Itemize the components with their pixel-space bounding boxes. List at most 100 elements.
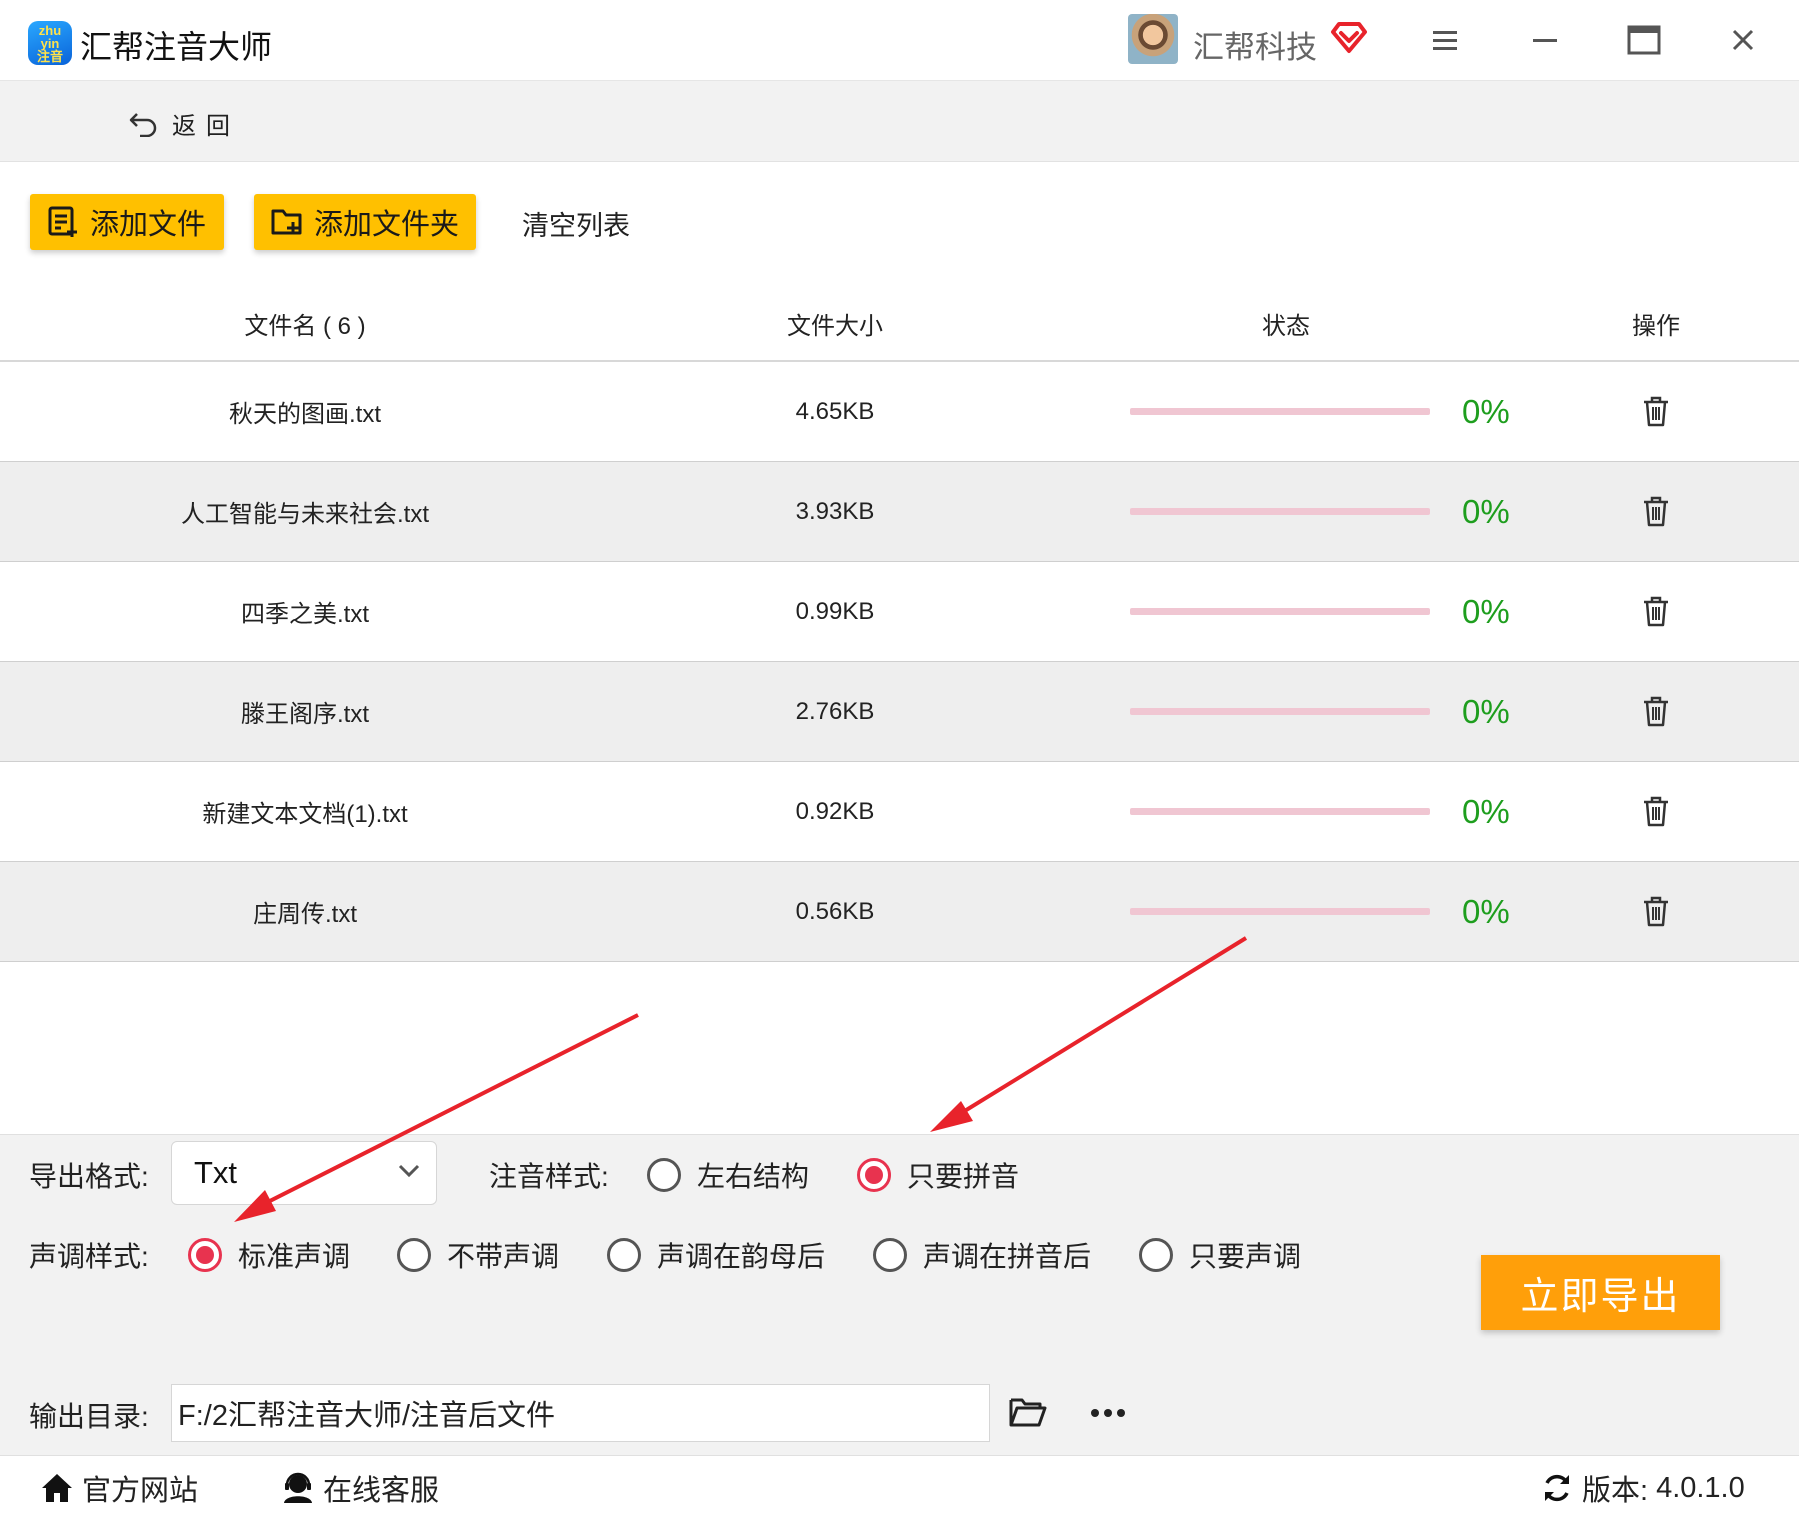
company-name: 汇帮科技 <box>1193 30 1317 65</box>
radio-label: 声调在韵母后 <box>657 1241 826 1272</box>
version-label: 版本: <box>1582 1475 1649 1507</box>
progress-percent: 0% <box>1462 492 1510 530</box>
file-size: 3.93KB <box>795 497 875 525</box>
radio-label: 标准声调 <box>238 1241 351 1272</box>
progress-percent: 0% <box>1462 892 1510 930</box>
radio-option[interactable]: 声调在拼音后 <box>873 1235 1091 1275</box>
output-dir-label: 输出目录: <box>29 1401 149 1432</box>
support-agent-icon <box>281 1472 315 1504</box>
add-folder-label: 添加文件夹 <box>314 209 460 241</box>
minimize-icon[interactable] <box>1525 20 1565 60</box>
progress-percent: 0% <box>1462 792 1510 830</box>
radio-label: 声调在拼音后 <box>923 1241 1092 1272</box>
radio-option[interactable]: 标准声调 <box>188 1235 350 1275</box>
app-logo: zhu yin 注音 <box>28 21 72 65</box>
radio-unchecked-icon[interactable] <box>1139 1238 1173 1272</box>
menu-icon[interactable] <box>1425 20 1465 60</box>
radio-option[interactable]: 左右结构 <box>647 1155 809 1195</box>
radio-option[interactable]: 只要声调 <box>1139 1235 1301 1275</box>
file-size: 0.56KB <box>795 897 875 925</box>
column-header-status: 状态 <box>1262 313 1310 340</box>
radio-option[interactable]: 不带声调 <box>397 1235 559 1275</box>
file-size: 0.92KB <box>795 797 875 825</box>
export-button[interactable]: 立即导出 <box>1481 1255 1720 1330</box>
progress-bar <box>1130 508 1430 515</box>
radio-label: 左右结构 <box>697 1161 810 1192</box>
add-file-button[interactable]: 添加文件 <box>30 194 224 250</box>
annotation-style-label: 注音样式: <box>489 1161 609 1192</box>
back-bar <box>0 81 1799 162</box>
table-row[interactable]: 人工智能与未来社会.txt 3.93KB 0% <box>0 462 1799 562</box>
table-row[interactable]: 四季之美.txt 0.99KB 0% <box>0 562 1799 662</box>
close-icon[interactable] <box>1723 20 1763 60</box>
chevron-down-icon <box>398 1164 420 1178</box>
file-name: 庄周传.txt <box>252 901 357 928</box>
progress-bar <box>1130 808 1430 815</box>
back-arrow-icon <box>128 111 158 137</box>
format-label: 导出格式: <box>29 1161 149 1192</box>
radio-label: 不带声调 <box>447 1241 560 1272</box>
delete-icon[interactable] <box>1642 895 1670 927</box>
online-support-label: 在线客服 <box>323 1475 440 1507</box>
official-website-label: 官方网站 <box>82 1475 199 1507</box>
back-button[interactable]: 返回 <box>128 106 240 141</box>
radio-unchecked-icon[interactable] <box>873 1238 907 1272</box>
progress-percent: 0% <box>1462 592 1510 630</box>
radio-option[interactable]: 声调在韵母后 <box>607 1235 825 1275</box>
radio-unchecked-icon[interactable] <box>397 1238 431 1272</box>
add-folder-button[interactable]: 添加文件夹 <box>254 194 476 250</box>
table-row[interactable]: 秋天的图画.txt 4.65KB 0% <box>0 362 1799 462</box>
clear-list-button[interactable]: 清空列表 <box>522 204 630 243</box>
radio-unchecked-icon[interactable] <box>647 1158 681 1192</box>
maximize-icon[interactable] <box>1624 20 1664 60</box>
format-select[interactable]: Txt <box>171 1141 437 1205</box>
table-row[interactable]: 新建文本文档(1).txt 0.92KB 0% <box>0 762 1799 862</box>
table-row[interactable]: 滕王阁序.txt 2.76KB 0% <box>0 662 1799 762</box>
table-row[interactable]: 庄周传.txt 0.56KB 0% <box>0 862 1799 962</box>
online-support-link[interactable]: 在线客服 <box>281 1467 439 1509</box>
footer-bar <box>0 1455 1799 1520</box>
progress-bar <box>1130 408 1430 415</box>
file-name: 人工智能与未来社会.txt <box>180 501 429 528</box>
refresh-icon <box>1540 1471 1574 1505</box>
file-size: 2.76KB <box>795 697 875 725</box>
folder-open-icon[interactable] <box>1008 1394 1048 1430</box>
progress-bar <box>1130 908 1430 915</box>
radio-unchecked-icon[interactable] <box>607 1238 641 1272</box>
radio-checked-icon[interactable] <box>857 1158 891 1192</box>
avatar[interactable] <box>1128 14 1178 64</box>
official-website-link[interactable]: 官方网站 <box>40 1467 198 1509</box>
file-name: 新建文本文档(1).txt <box>202 801 408 828</box>
add-file-label: 添加文件 <box>90 209 207 241</box>
app-logo-text: zhu yin 注音 <box>36 22 63 64</box>
delete-icon[interactable] <box>1642 495 1670 527</box>
version-info[interactable]: 版本: 4.0.1.0 <box>1540 1467 1745 1509</box>
delete-icon[interactable] <box>1642 795 1670 827</box>
home-icon <box>40 1472 74 1504</box>
add-folder-icon <box>270 205 304 239</box>
column-header-action: 操作 <box>1632 313 1680 340</box>
delete-icon[interactable] <box>1642 395 1670 427</box>
delete-icon[interactable] <box>1642 595 1670 627</box>
annotation-arrow-pinyin <box>930 936 1248 1132</box>
progress-percent: 0% <box>1462 392 1510 430</box>
progress-bar <box>1130 608 1430 615</box>
progress-percent: 0% <box>1462 692 1510 730</box>
vip-diamond-icon[interactable] <box>1330 20 1368 54</box>
output-path-input[interactable]: F:/2汇帮注音大师/注音后文件 <box>171 1384 990 1442</box>
column-header-size: 文件大小 <box>787 313 883 340</box>
version-value: 4.0.1.0 <box>1656 1471 1745 1504</box>
add-file-icon <box>46 205 80 239</box>
delete-icon[interactable] <box>1642 695 1670 727</box>
back-label: 返回 <box>172 113 240 140</box>
file-size: 4.65KB <box>795 397 875 425</box>
radio-checked-icon[interactable] <box>188 1238 222 1272</box>
radio-option[interactable]: 只要拼音 <box>857 1155 1019 1195</box>
file-name: 滕王阁序.txt <box>240 701 369 728</box>
file-size: 0.99KB <box>795 597 875 625</box>
file-name: 四季之美.txt <box>240 601 369 628</box>
file-name: 秋天的图画.txt <box>228 401 381 428</box>
progress-bar <box>1130 708 1430 715</box>
more-options-icon[interactable] <box>1090 1408 1126 1418</box>
radio-label: 只要声调 <box>1189 1241 1302 1272</box>
